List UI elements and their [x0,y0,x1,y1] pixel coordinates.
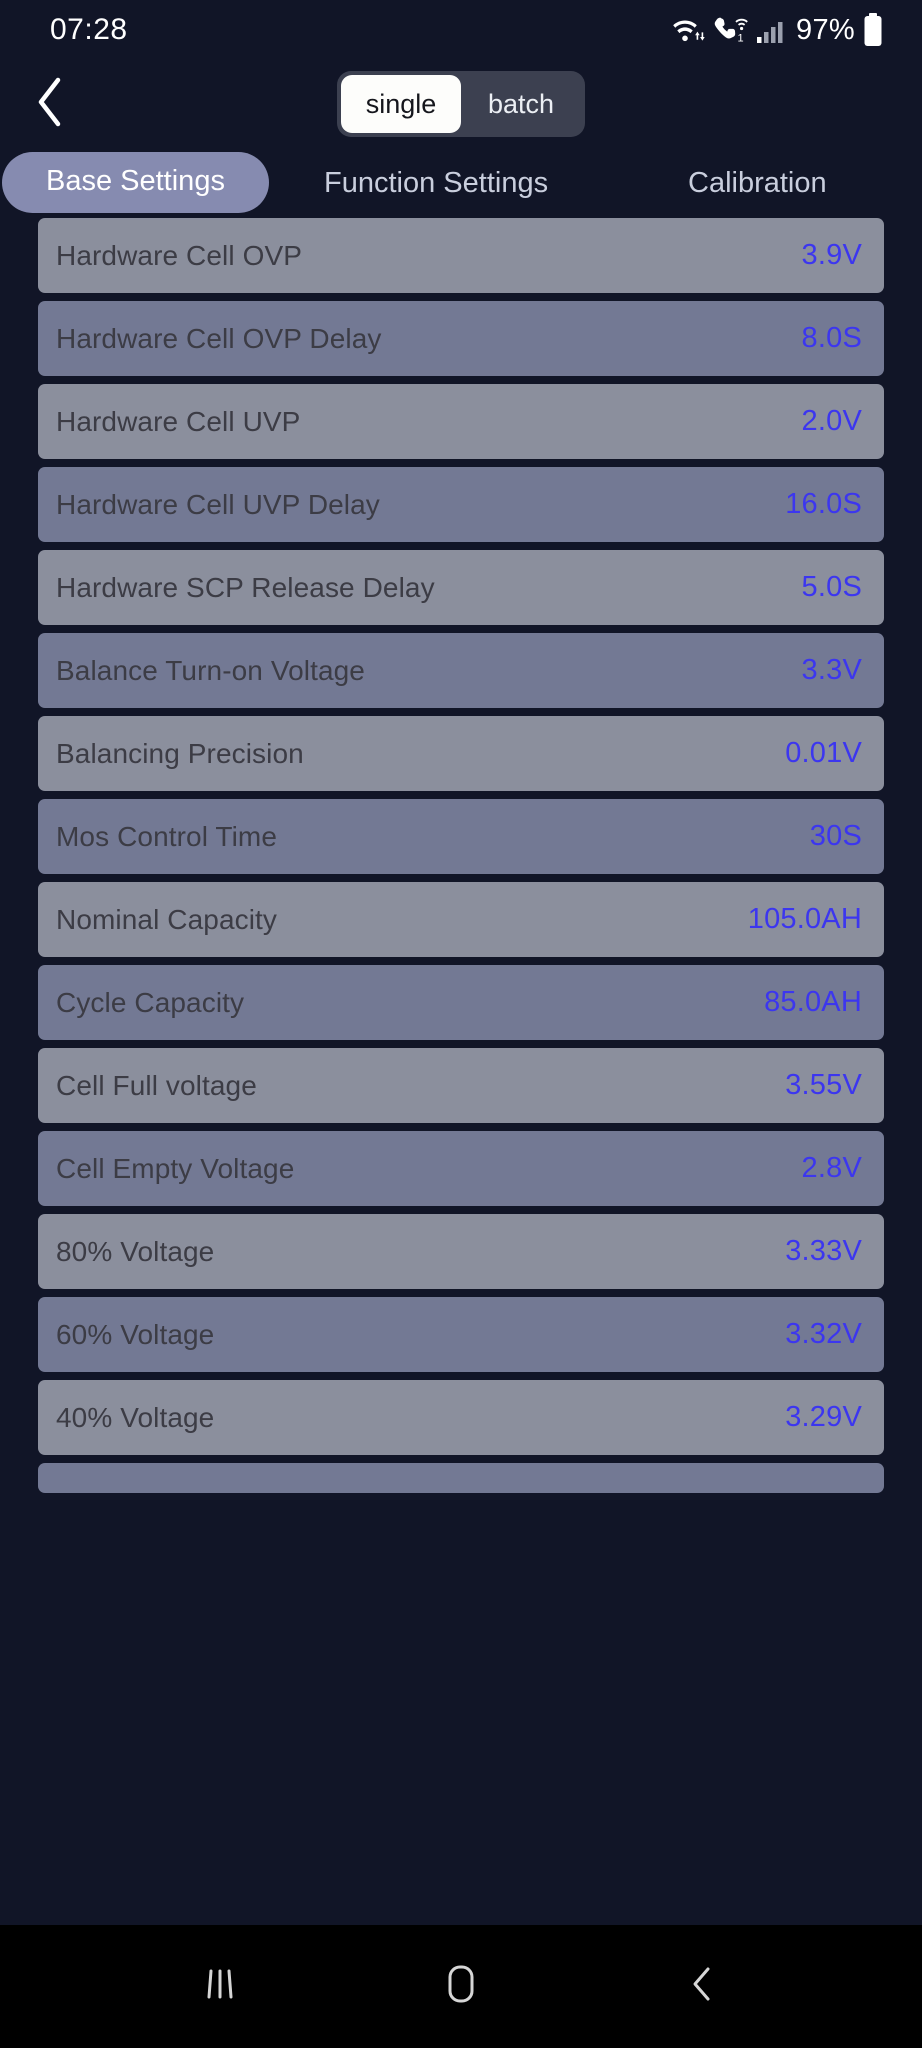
table-row[interactable]: Balance Turn-on Voltage 3.3V [38,633,884,708]
setting-value[interactable]: 3.32V [785,1318,862,1351]
mode-segmented-control[interactable]: single batch [337,71,585,137]
table-row[interactable]: Hardware Cell OVP Delay 8.0S [38,301,884,376]
setting-label: Balance Turn-on Voltage [56,654,365,686]
setting-label: 80% Voltage [56,1235,215,1267]
table-row[interactable]: 80% Voltage 3.33V [38,1214,884,1289]
status-bar: 07:28 1 97% [0,0,922,60]
setting-value[interactable]: 3.29V [785,1401,862,1434]
setting-label: Hardware Cell OVP [56,239,303,271]
cellular-signal-icon [756,15,786,45]
home-button[interactable] [406,1952,516,2022]
table-row[interactable]: Mos Control Time 30S [38,799,884,874]
table-row[interactable]: Cell Empty Voltage 2.8V [38,1131,884,1206]
table-row[interactable]: 60% Voltage 3.32V [38,1297,884,1372]
recents-button[interactable] [165,1952,275,2022]
recent-apps-icon [200,1963,240,2010]
setting-value[interactable]: 3.3V [802,654,862,687]
setting-value[interactable]: 2.0V [802,405,862,438]
setting-label: Nominal Capacity [56,903,278,935]
table-row-partial[interactable] [38,1463,884,1493]
tab-function-settings[interactable]: Function Settings [324,167,548,200]
setting-value[interactable]: 85.0AH [764,986,862,1019]
status-bar-icons: 1 97% [672,13,884,47]
setting-value[interactable]: 5.0S [802,571,862,604]
battery-percent-label: 97% [796,13,855,46]
setting-label: Hardware Cell UVP [56,405,301,437]
setting-value[interactable]: 105.0AH [748,903,862,936]
table-row[interactable]: Cycle Capacity 85.0AH [38,965,884,1040]
setting-value[interactable]: 2.8V [802,1152,862,1185]
android-navigation-bar [0,1925,922,2048]
settings-tab-strip: Base Settings Function Settings Calibrat… [0,148,922,218]
home-icon [439,1961,483,2012]
setting-label: Hardware Cell UVP Delay [56,488,380,520]
top-bar: single batch [0,60,922,148]
setting-value[interactable]: 0.01V [785,737,862,770]
setting-label: Balancing Precision [56,737,304,769]
wifi-data-icon [672,14,706,46]
chevron-left-icon [33,74,67,135]
setting-label: 40% Voltage [56,1401,215,1433]
setting-label: Hardware SCP Release Delay [56,571,435,603]
nav-back-button[interactable] [647,1952,757,2022]
table-row[interactable]: Hardware Cell OVP 3.9V [38,218,884,293]
battery-icon [862,13,884,47]
tab-calibration[interactable]: Calibration [688,167,827,200]
setting-label: Cell Empty Voltage [56,1152,295,1184]
app-root: 07:28 1 97% single batch Base Settings F… [0,0,922,2048]
setting-value[interactable]: 8.0S [802,322,862,355]
segment-batch[interactable]: batch [461,75,581,133]
setting-label: 60% Voltage [56,1318,215,1350]
setting-value[interactable]: 16.0S [785,488,862,521]
nav-back-icon [682,1961,722,2012]
setting-label: Hardware Cell OVP Delay [56,322,382,354]
back-button[interactable] [22,72,78,136]
table-row[interactable]: 40% Voltage 3.29V [38,1380,884,1455]
settings-list[interactable]: Hardware Cell OVP 3.9V Hardware Cell OVP… [0,218,922,1925]
table-row[interactable]: Hardware SCP Release Delay 5.0S [38,550,884,625]
table-row[interactable]: Hardware Cell UVP 2.0V [38,384,884,459]
table-row[interactable]: Nominal Capacity 105.0AH [38,882,884,957]
segment-single[interactable]: single [341,75,461,133]
setting-value[interactable]: 3.55V [785,1069,862,1102]
wifi-calling-icon: 1 [713,14,749,46]
setting-label: Cycle Capacity [56,986,245,1018]
table-row[interactable]: Balancing Precision 0.01V [38,716,884,791]
setting-value[interactable]: 30S [810,820,862,853]
tab-base-settings[interactable]: Base Settings [2,151,269,213]
table-row[interactable]: Hardware Cell UVP Delay 16.0S [38,467,884,542]
svg-text:1: 1 [738,33,744,45]
setting-value[interactable]: 3.33V [785,1235,862,1268]
setting-label: Mos Control Time [56,820,277,852]
setting-value[interactable]: 3.9V [802,239,862,272]
setting-label: Cell Full voltage [56,1069,257,1101]
status-bar-clock: 07:28 [50,13,128,46]
table-row[interactable]: Cell Full voltage 3.55V [38,1048,884,1123]
